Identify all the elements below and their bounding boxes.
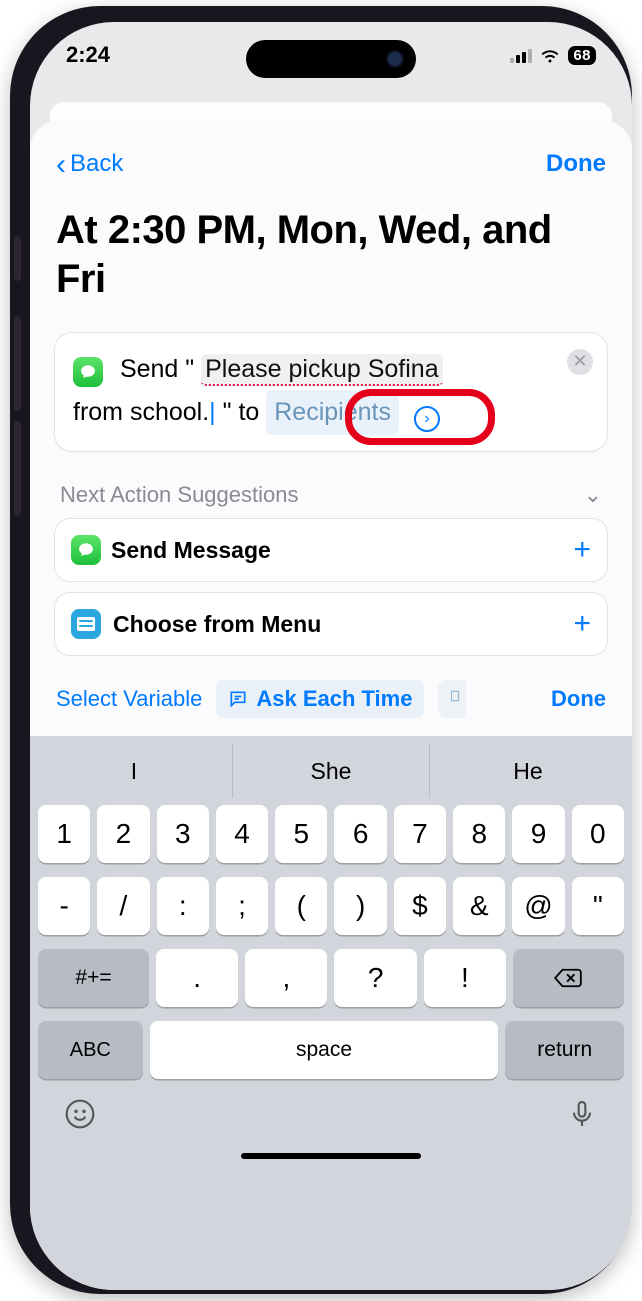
- key[interactable]: /: [97, 877, 149, 935]
- suggestions-header-label: Next Action Suggestions: [60, 482, 298, 508]
- key-symbols-shift[interactable]: #+=: [38, 949, 149, 1007]
- key[interactable]: :: [157, 877, 209, 935]
- send-message-action-card[interactable]: Send " Please pickup Sofina from school.…: [54, 332, 608, 453]
- key[interactable]: $: [394, 877, 446, 935]
- status-bar: 2:24 68: [30, 22, 632, 74]
- key[interactable]: &: [453, 877, 505, 935]
- key[interactable]: @: [512, 877, 564, 935]
- key[interactable]: ": [572, 877, 624, 935]
- emoji-keyboard-icon[interactable]: [64, 1098, 96, 1135]
- suggestion-label: Choose from Menu: [113, 611, 321, 638]
- volume-up-button: [14, 316, 21, 411]
- shortcut-editor-sheet: ‹ Back Done At 2:30 PM, Mon, Wed, and Fr…: [30, 120, 632, 1290]
- key[interactable]: ;: [216, 877, 268, 935]
- select-variable-button[interactable]: Select Variable: [56, 686, 202, 712]
- wifi-icon: [539, 47, 561, 63]
- suggestion-label: Send Message: [111, 537, 271, 564]
- key[interactable]: 8: [453, 805, 505, 863]
- key[interactable]: 9: [512, 805, 564, 863]
- back-button[interactable]: ‹ Back: [56, 150, 123, 178]
- keyboard: I She He 1 2 3 4 5 6 7 8 9 0: [30, 736, 632, 1290]
- dictation-icon[interactable]: [566, 1098, 598, 1135]
- clipboard-chip-partial[interactable]: [438, 680, 466, 718]
- key[interactable]: .: [156, 949, 238, 1007]
- suggestions-header[interactable]: Next Action Suggestions ⌄: [54, 452, 608, 518]
- key[interactable]: (: [275, 877, 327, 935]
- suggestion-choose-from-menu[interactable]: Choose from Menu +: [54, 592, 608, 656]
- message-text-part2[interactable]: from school.: [73, 398, 209, 426]
- home-indicator[interactable]: [241, 1153, 421, 1159]
- phone-frame: 2:24 68 ‹ Back Done: [10, 6, 632, 1294]
- key[interactable]: 4: [216, 805, 268, 863]
- key[interactable]: ?: [334, 949, 416, 1007]
- key[interactable]: 2: [97, 805, 149, 863]
- key[interactable]: -: [38, 877, 90, 935]
- keyboard-suggestion-bar: I She He: [36, 744, 626, 798]
- add-suggestion-icon[interactable]: +: [573, 533, 591, 567]
- send-prefix-text: Send ": [120, 355, 194, 383]
- key[interactable]: ): [334, 877, 386, 935]
- menu-icon: [71, 609, 101, 639]
- key[interactable]: ,: [245, 949, 327, 1007]
- key[interactable]: 3: [157, 805, 209, 863]
- key[interactable]: !: [424, 949, 506, 1007]
- chevron-down-icon: ⌄: [584, 482, 602, 508]
- kbd-suggestion[interactable]: He: [430, 744, 626, 798]
- messages-app-icon: [71, 535, 101, 565]
- key-space[interactable]: space: [150, 1021, 499, 1079]
- volume-down-button: [14, 421, 21, 516]
- ask-each-time-label: Ask Each Time: [256, 686, 412, 712]
- variable-toolbar: Select Variable Ask Each Time Done: [54, 666, 608, 728]
- key-backspace[interactable]: [513, 949, 624, 1007]
- key-return[interactable]: return: [505, 1021, 624, 1079]
- variable-done-button[interactable]: Done: [551, 686, 606, 712]
- key-abc[interactable]: ABC: [38, 1021, 143, 1079]
- clear-action-icon[interactable]: ✕: [567, 349, 593, 375]
- messages-app-icon: [73, 357, 103, 387]
- key[interactable]: 1: [38, 805, 90, 863]
- key[interactable]: 7: [394, 805, 446, 863]
- automation-title: At 2:30 PM, Mon, Wed, and Fri: [54, 202, 608, 332]
- ask-each-time-chip[interactable]: Ask Each Time: [216, 680, 424, 718]
- annotation-circle: [345, 389, 495, 445]
- text-cursor: |: [209, 398, 216, 426]
- key[interactable]: 5: [275, 805, 327, 863]
- battery-icon: 68: [568, 46, 596, 65]
- key[interactable]: 6: [334, 805, 386, 863]
- kbd-suggestion[interactable]: She: [232, 744, 430, 798]
- chevron-left-icon: ‹: [56, 157, 66, 172]
- done-button[interactable]: Done: [546, 150, 606, 178]
- key[interactable]: 0: [572, 805, 624, 863]
- close-quote-to-text: " to: [223, 398, 260, 426]
- suggestion-send-message[interactable]: Send Message +: [54, 518, 608, 582]
- add-suggestion-icon[interactable]: +: [573, 607, 591, 641]
- mute-switch: [14, 236, 21, 281]
- back-label: Back: [70, 150, 123, 178]
- cellular-icon: [510, 47, 532, 63]
- message-text-part1[interactable]: Please pickup Sofina: [201, 354, 442, 386]
- status-time: 2:24: [66, 42, 110, 68]
- kbd-suggestion[interactable]: I: [36, 744, 232, 798]
